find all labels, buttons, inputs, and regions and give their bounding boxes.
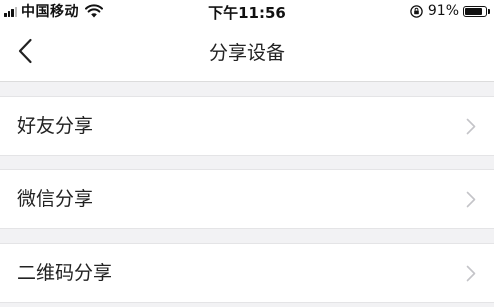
share-option-label: 二维码分享 bbox=[17, 262, 113, 284]
share-option-label: 微信分享 bbox=[17, 188, 94, 210]
share-option-friends[interactable]: 好友分享 bbox=[0, 96, 494, 156]
share-option-qrcode[interactable]: 二维码分享 bbox=[0, 243, 494, 303]
chevron-right-icon bbox=[466, 191, 476, 208]
chevron-right-icon bbox=[466, 265, 476, 282]
page-title: 分享设备 bbox=[208, 42, 285, 64]
battery-icon bbox=[463, 5, 487, 17]
chevron-right-icon bbox=[466, 118, 476, 135]
battery-cap bbox=[488, 8, 490, 14]
rotation-lock-icon bbox=[410, 4, 423, 18]
share-option-label: 好友分享 bbox=[17, 115, 94, 137]
battery-fill bbox=[465, 7, 483, 15]
status-bar: 中国移动 下午11:56 91% bbox=[0, 0, 494, 22]
status-right: 91% bbox=[410, 2, 490, 20]
navigation-bar: 分享设备 bbox=[0, 22, 494, 82]
share-option-wechat[interactable]: 微信分享 bbox=[0, 169, 494, 229]
battery-percent: 91% bbox=[427, 3, 459, 19]
